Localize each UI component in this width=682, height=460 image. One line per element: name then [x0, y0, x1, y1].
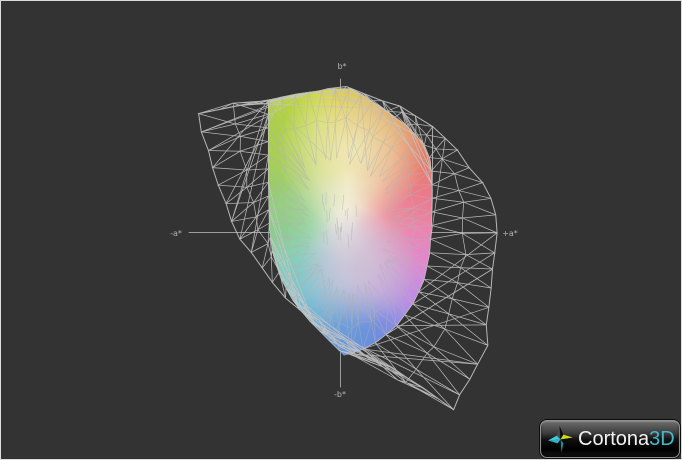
axis-label-a-negative: -a*: [170, 229, 182, 238]
axis-label-a-positive: +a*: [502, 229, 518, 238]
axis-label-b-negative: -b*: [334, 390, 346, 399]
logo-3d-text: 3D: [649, 427, 675, 450]
axis-label-b-positive: b*: [337, 62, 347, 71]
cortona3d-logo[interactable]: Cortona 3D: [540, 420, 680, 458]
logo-text: Cortona: [578, 427, 650, 450]
gamut-viewport[interactable]: b* -a* +a* -b* Cortona 3D: [0, 0, 682, 460]
cortona3d-star-icon: [547, 425, 574, 453]
